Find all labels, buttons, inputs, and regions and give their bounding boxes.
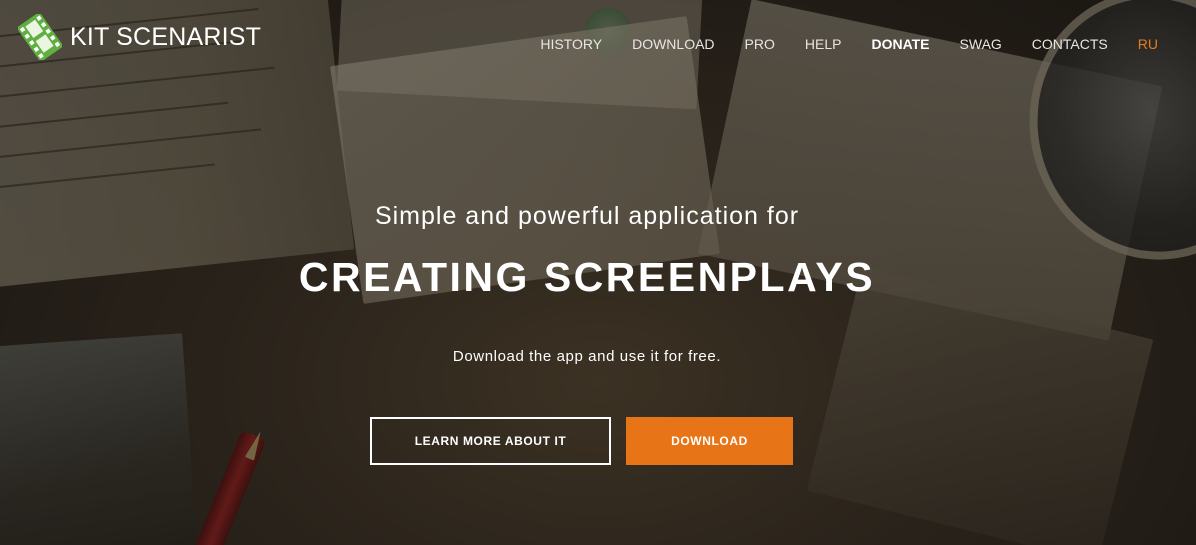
nav-history[interactable]: HISTORY [525,35,617,53]
nav-donate[interactable]: DONATE [856,35,944,53]
film-strip-logo-icon [18,14,62,60]
nav-swag[interactable]: SWAG [945,35,1017,53]
nav-help[interactable]: HELP [790,35,857,53]
brand-name: KIT SCENARIST [70,22,262,51]
nav-pro[interactable]: PRO [730,35,790,53]
download-button[interactable]: DOWNLOAD [626,417,793,465]
nav-contacts[interactable]: CONTACTS [1017,35,1123,53]
hero-subtitle: Simple and powerful application for [374,202,800,230]
learn-more-button[interactable]: LEARN MORE ABOUT IT [370,417,611,465]
language-switch-ru[interactable]: RU [1123,35,1158,53]
main-nav: HISTORY DOWNLOAD PRO HELP DONATE SWAG CO… [525,35,1158,53]
navbar: KIT SCENARIST HISTORY DOWNLOAD PRO HELP … [0,0,1196,88]
brand-home-link[interactable]: KIT SCENARIST [18,14,261,60]
hero-title: CREATING SCREENPLAYS [298,254,876,300]
nav-download[interactable]: DOWNLOAD [617,35,729,53]
hero-description: Download the app and use it for free. [452,348,722,365]
